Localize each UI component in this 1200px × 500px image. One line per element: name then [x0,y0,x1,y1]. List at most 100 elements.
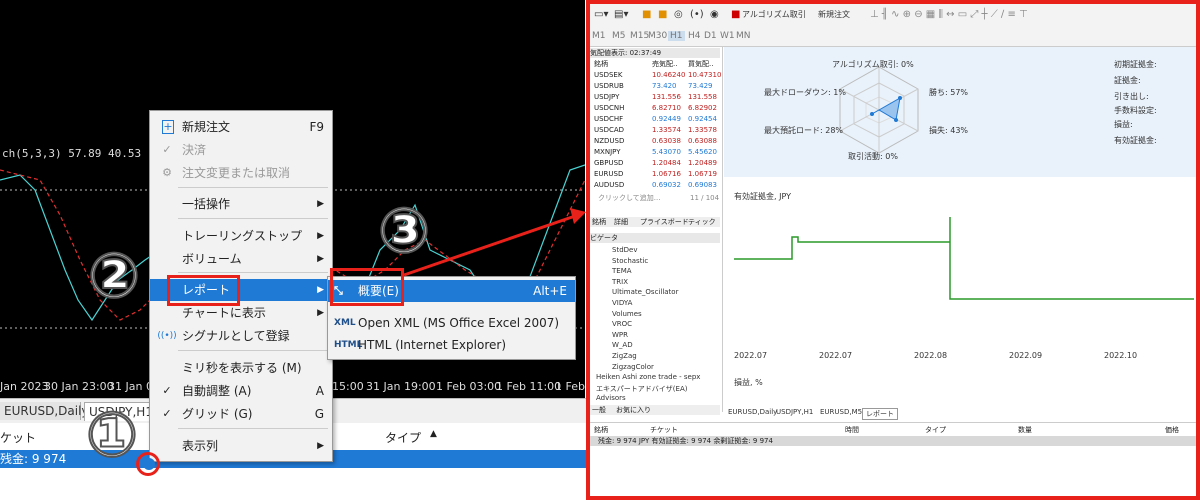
symbol-name: USDRUB [594,82,624,90]
ask-price: 1.20489 [688,159,717,167]
tab-report[interactable]: レポート [862,408,898,420]
bid-price: 1.06716 [652,170,681,178]
terminal-toolbar: ▭▾ ▤▾ ■ ■ ◎ (•) ◉ ■ アルゴリズム取引 新規注文 ⊥ ╢ ∿ … [590,4,1196,47]
stat-deposit: 証拠金: [1114,76,1141,85]
navigator-item[interactable]: StdDev [612,246,637,254]
equity-graph: 有効証拠金, JPY 2022.07 2022.07 2022.08 2022.… [724,177,1196,412]
bid-price: 0.63038 [652,137,681,145]
radar-label-loss: 損失: 43% [929,126,969,135]
navigator-item[interactable]: Stochastic [612,257,648,265]
market-watch-row[interactable]: USDCAD 1.33574 1.33578 [590,125,720,135]
stat-withdrawal: 引き出し: [1114,92,1149,101]
symbol-name: USDSEK [594,71,623,79]
market-watch-tabs: 銘柄 詳細 プライスボード ティック [590,217,720,227]
bid-price: 1.33574 [652,126,681,134]
tf-h4[interactable]: H4 [688,31,701,41]
x-label: 2022.10 [1104,351,1138,360]
market-watch-row[interactable]: USDJPY 131.556 131.558 [590,92,720,102]
tab-eurusd-m5-mini[interactable]: EURUSD,M5 [820,408,862,416]
ask-price: 73.429 [688,82,713,90]
stat-fees: 手数料設定: [1114,106,1157,115]
navigator-item[interactable]: Volumes [612,310,642,318]
bid-price: 10.46240 [652,71,686,79]
tf-mn[interactable]: MN [736,31,751,41]
navigator-item[interactable]: Ultimate_Oscillator [612,288,678,296]
navigator-tabs: 一般 お気に入り [590,405,720,415]
col-volume[interactable]: 数量 [1018,425,1032,435]
x-label: 2022.09 [1009,351,1043,360]
navigator-item[interactable]: ZigzagColor [612,363,654,371]
navigator-item[interactable]: VIDYA [612,299,632,307]
x-label: 2022.08 [914,351,948,360]
market-watch-row[interactable]: USDCHF 0.92449 0.92454 [590,114,720,124]
radar-label-algo: アルゴリズム取引: 0% [832,60,914,69]
add-symbol-row[interactable]: クリックして追加... 11 / 104 [590,193,720,203]
navigator-item[interactable]: WPR [612,331,628,339]
navigator-item[interactable]: Heiken Ashi zone trade - sepx [596,373,700,381]
tf-d1[interactable]: D1 [704,31,717,41]
market-watch-row[interactable]: NZDUSD 0.63038 0.63088 [590,136,720,146]
bid-price: 6.82710 [652,104,681,112]
stat-profit: 損益: [1114,120,1133,129]
tester-icon[interactable]: ◎ [674,9,683,20]
col-type[interactable]: タイプ [925,425,946,435]
symbol-name: USDCHF [594,115,624,123]
signal-tb-icon[interactable]: (•) [690,9,704,20]
navigator-item[interactable]: TRIX [612,278,628,286]
navigator-item[interactable]: W_AD [612,341,633,349]
tf-m15[interactable]: M15 [630,31,649,41]
report-summary: アルゴリズム取引: 0% 最大ドローダウン: 1% 最大預託ロード: 28% 取… [724,47,1196,177]
navigator-item[interactable]: エキスパートアドバイザ(EA) [596,384,687,394]
report-window: ▭▾ ▤▾ ■ ■ ◎ (•) ◉ ■ アルゴリズム取引 新規注文 ⊥ ╢ ∿ … [586,0,1200,500]
bid-price: 0.69032 [652,181,681,189]
tf-h1[interactable]: H1 [668,31,685,41]
ask-price: 5.45620 [688,148,717,156]
navigator-item[interactable]: ZigZag [612,352,637,360]
market-watch-row[interactable]: AUDUSD 0.69032 0.69083 [590,180,720,190]
navigator-item[interactable]: VROC [612,320,632,328]
ask-price: 0.92454 [688,115,717,123]
tf-m30[interactable]: M30 [648,31,667,41]
new-order-tb-button[interactable]: 新規注文 [818,9,850,20]
symbol-name: GBPUSD [594,159,624,167]
market-watch-row[interactable]: USDCNH 6.82710 6.82902 [590,103,720,113]
algo-trading-button[interactable]: アルゴリズム取引 [742,9,806,20]
x-label: 2022.07 [734,351,768,360]
market-watch-header: 銘柄 売気配.. 買気配.. [594,60,714,68]
algo-trading-icon[interactable]: ■ [731,9,740,20]
data-icon[interactable]: ■ [642,9,651,20]
navigator-item[interactable]: TEMA [612,267,632,275]
ask-price: 1.06719 [688,170,717,178]
bid-price: 131.556 [652,93,681,101]
col-price[interactable]: 価格 [1165,425,1179,435]
bid-price: 0.92449 [652,115,681,123]
col-symbol[interactable]: 銘柄 [594,425,608,435]
chart-type-icons[interactable]: ⊥ ╢ ∿ ⊕ ⊖ ▦ ⫼ ↔ ▭ ⤢ ┼ ⟋ ∕ ≡ ⊤ [870,9,1028,20]
tf-w1[interactable]: W1 [720,31,735,41]
market-watch-row[interactable]: USDSEK 10.46240 10.47310 [590,70,721,80]
balance-summary-row[interactable]: 残金: 9 974 JPY 有効証拠金: 9 974 余剰証拠金: 9 974 [590,436,1196,446]
globe-icon[interactable]: ◉ [710,9,719,20]
ask-price: 6.82902 [688,104,717,112]
tab-eurusd-daily-mini[interactable]: EURUSD,Daily [728,408,777,416]
navigator-item[interactable]: Advisors [596,394,626,402]
symbol-name: USDJPY [594,93,620,101]
tf-m5[interactable]: M5 [612,31,626,41]
tf-m1[interactable]: M1 [592,31,606,41]
profiles-icon[interactable]: ▤▾ [614,9,628,20]
symbol-name: EURUSD [594,170,624,178]
symbol-name: MXNJPY [594,148,621,156]
chart-new-icon[interactable]: ▭▾ [594,9,608,20]
col-ticket[interactable]: チケット [650,425,678,435]
market-watch-title: 気配値表示: 02:37:49 [590,48,720,58]
market-watch-row[interactable]: MXNJPY 5.43070 5.45620 [590,147,720,157]
navigator-icon[interactable]: ■ [658,9,667,20]
col-time[interactable]: 時間 [845,425,859,435]
market-watch-row[interactable]: GBPUSD 1.20484 1.20489 [590,158,720,168]
ask-price: 0.69083 [688,181,717,189]
market-watch-row[interactable]: USDRUB 73.420 73.429 [590,81,720,91]
ask-price: 0.63088 [688,137,717,145]
tab-usdjpy-h1-mini[interactable]: USDJPY,H1 [776,408,813,416]
market-watch-row[interactable]: EURUSD 1.06716 1.06719 [590,169,720,179]
radar-label-activity: 取引活動: 0% [848,152,898,161]
